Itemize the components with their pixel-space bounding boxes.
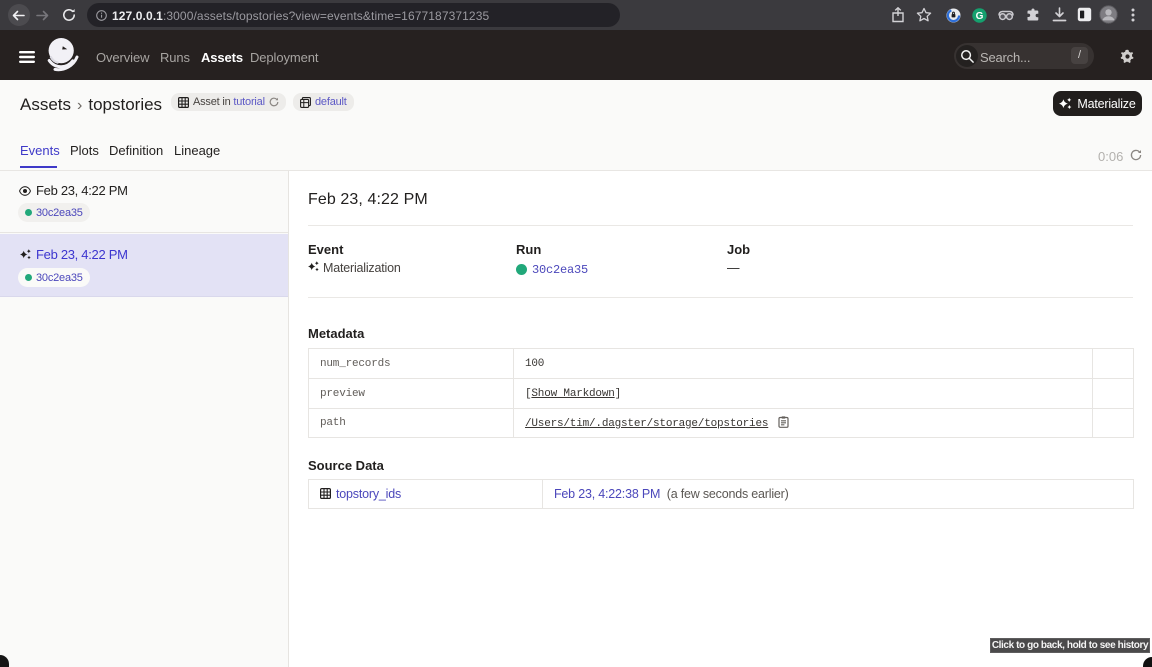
svg-text:G: G [976,11,984,22]
